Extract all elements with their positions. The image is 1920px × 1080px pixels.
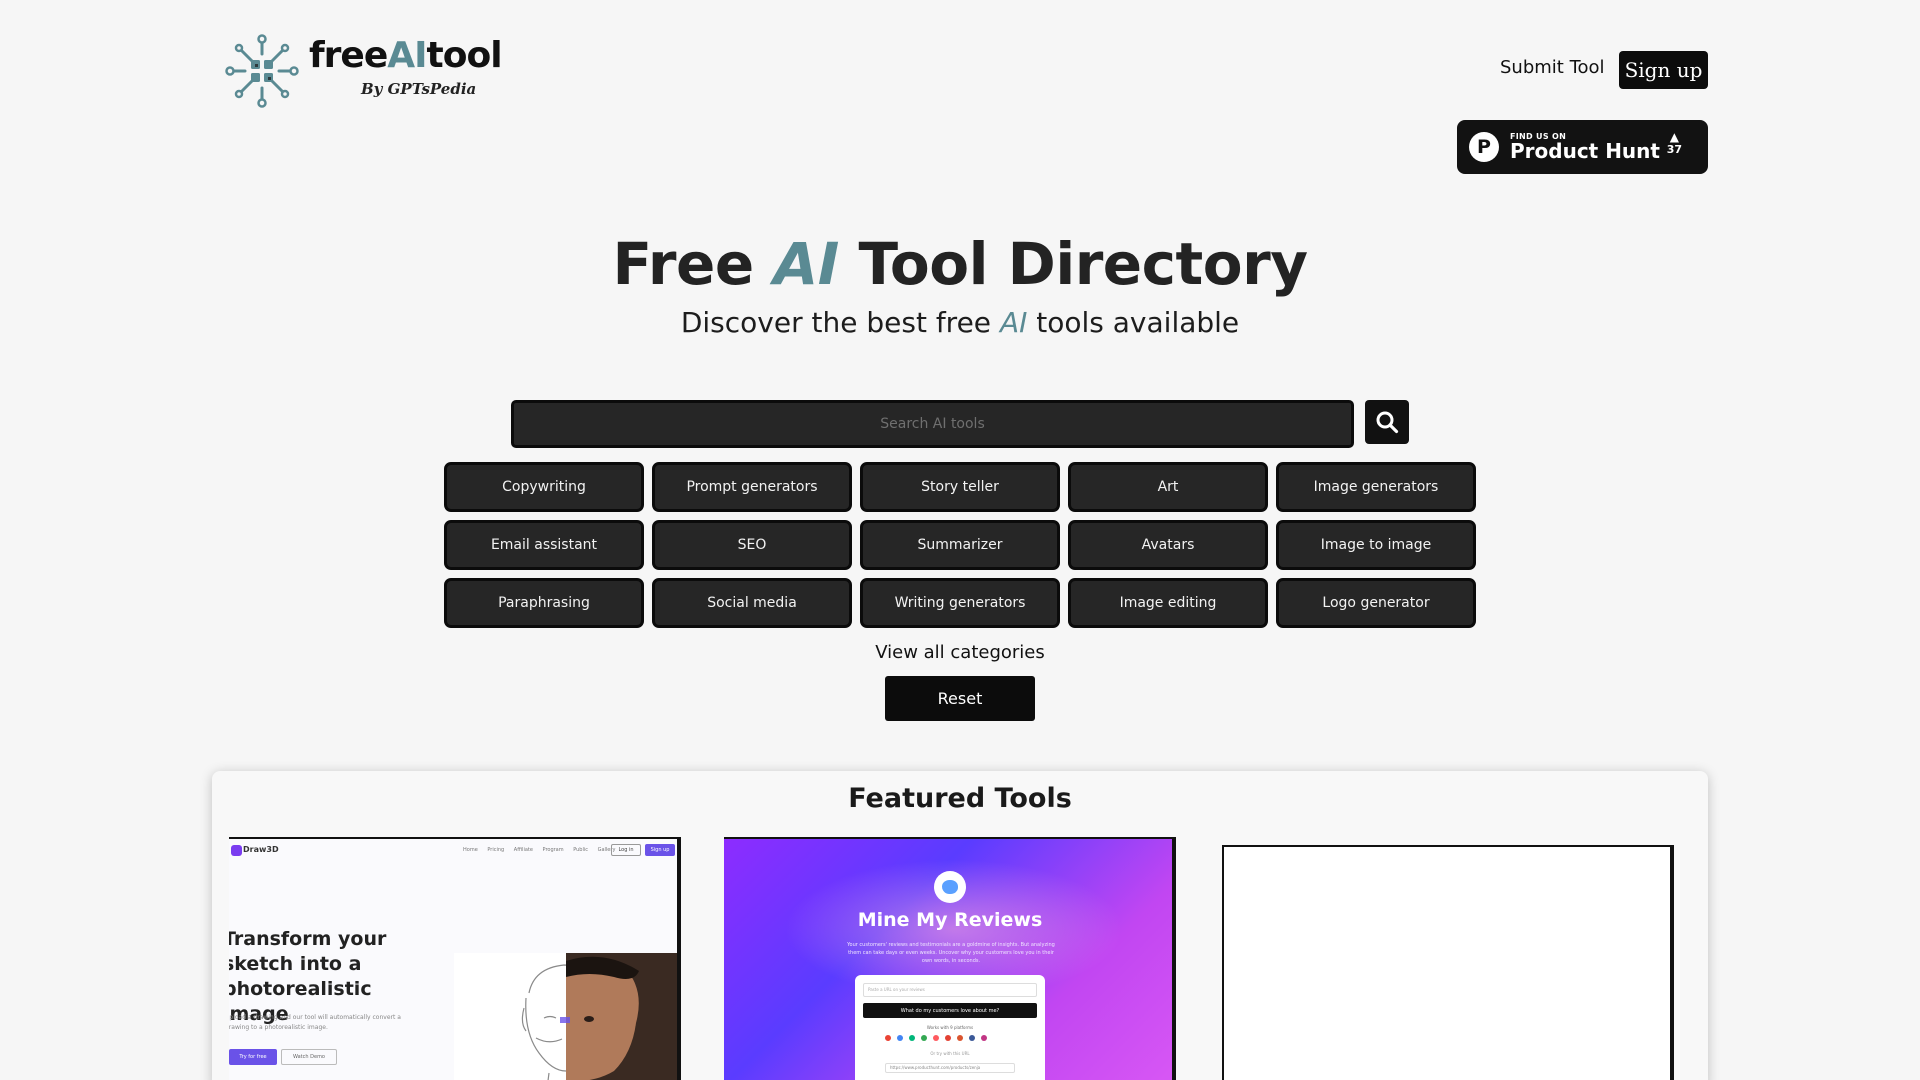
- category-button[interactable]: Logo generator: [1276, 578, 1476, 628]
- card-description: Your customers' reviews and testimonials…: [847, 942, 1055, 964]
- card-signup-button: Sign up: [645, 844, 675, 856]
- category-button[interactable]: Summarizer: [860, 520, 1060, 570]
- upvote-triangle-icon: ▲: [1669, 130, 1679, 144]
- card-demo-button: Watch Demo: [281, 1049, 337, 1065]
- card-url-input: Paste a URL on your reviews: [863, 983, 1037, 997]
- site-logo[interactable]: freeAItool By GPTsPedia: [225, 34, 503, 108]
- card-try-note: Or try with this URL: [930, 1051, 970, 1056]
- category-button[interactable]: SEO: [652, 520, 852, 570]
- submit-tool-link[interactable]: Submit Tool: [1500, 57, 1605, 78]
- logo-byline: By GPTsPedia: [361, 80, 477, 98]
- category-button[interactable]: Social media: [652, 578, 852, 628]
- view-all-categories-link[interactable]: View all categories: [0, 642, 1920, 663]
- category-button[interactable]: Story teller: [860, 462, 1060, 512]
- category-button[interactable]: Image generators: [1276, 462, 1476, 512]
- platform-icons: [885, 1035, 987, 1041]
- search-input[interactable]: [511, 400, 1354, 448]
- category-button[interactable]: Paraphrasing: [444, 578, 644, 628]
- category-button[interactable]: Email assistant: [444, 520, 644, 570]
- product-hunt-icon: P: [1469, 132, 1499, 162]
- card-works-with: Works with 9 platforms: [926, 1025, 974, 1030]
- circuit-logo-icon: [225, 34, 299, 108]
- category-button[interactable]: Avatars: [1068, 520, 1268, 570]
- card-try-button: Try for free: [229, 1049, 277, 1065]
- product-hunt-label: Product Hunt: [1510, 139, 1660, 163]
- sketch-to-photo-image: [454, 953, 677, 1080]
- page-title: Free AI Tool Directory: [612, 230, 1308, 298]
- card-description: Upload a drawing and our tool will autom…: [229, 1014, 401, 1031]
- category-button[interactable]: Image to image: [1276, 520, 1476, 570]
- featured-tool-card-draw3d[interactable]: Draw3D Home Pricing Affiliate Program Pu…: [229, 837, 681, 1080]
- card-form-panel: Paste a URL on your reviews What do my c…: [855, 975, 1045, 1080]
- reset-button[interactable]: Reset: [885, 676, 1035, 721]
- card-nav-links: Home Pricing Affiliate Program Public Ga…: [463, 847, 616, 853]
- search-button[interactable]: [1365, 400, 1409, 444]
- featured-tools-title: Featured Tools: [848, 783, 1072, 814]
- category-button[interactable]: Art: [1068, 462, 1268, 512]
- category-button[interactable]: Writing generators: [860, 578, 1060, 628]
- card-heading: Transform your sketch into a photorealis…: [229, 928, 387, 1025]
- category-grid: Copywriting Prompt generators Story tell…: [444, 462, 1476, 628]
- product-hunt-votes: ▲ 37: [1667, 131, 1682, 156]
- draw3d-logo-icon: [231, 845, 242, 856]
- featured-tool-card-placeholder[interactable]: [1222, 845, 1674, 1080]
- featured-tool-card-mine-my-reviews[interactable]: Mine My Reviews Your customers' reviews …: [724, 837, 1176, 1080]
- category-button[interactable]: Prompt generators: [652, 462, 852, 512]
- signup-button[interactable]: Sign up: [1619, 51, 1708, 89]
- card-title: Mine My Reviews: [857, 909, 1043, 931]
- logo-wordmark: freeAItool: [309, 35, 503, 76]
- vote-count: 37: [1666, 143, 1682, 156]
- card-example-url: https://www.producthunt.com/products/zen…: [885, 1063, 1015, 1073]
- card-login-button: Log in: [611, 844, 641, 856]
- category-button[interactable]: Image editing: [1068, 578, 1268, 628]
- category-button[interactable]: Copywriting: [444, 462, 644, 512]
- card-brand: Draw3D: [243, 845, 279, 854]
- page-subtitle: Discover the best free AI tools availabl…: [680, 306, 1240, 339]
- chat-bubble-icon: [934, 871, 966, 903]
- card-cta-button: What do my customers love about me?: [863, 1003, 1037, 1018]
- magnifier-icon: [1376, 411, 1399, 434]
- featured-tools-section: Featured Tools Draw3D Home Pricing Affil…: [212, 771, 1708, 1080]
- product-hunt-badge[interactable]: P FIND US ON Product Hunt ▲ 37: [1457, 120, 1708, 174]
